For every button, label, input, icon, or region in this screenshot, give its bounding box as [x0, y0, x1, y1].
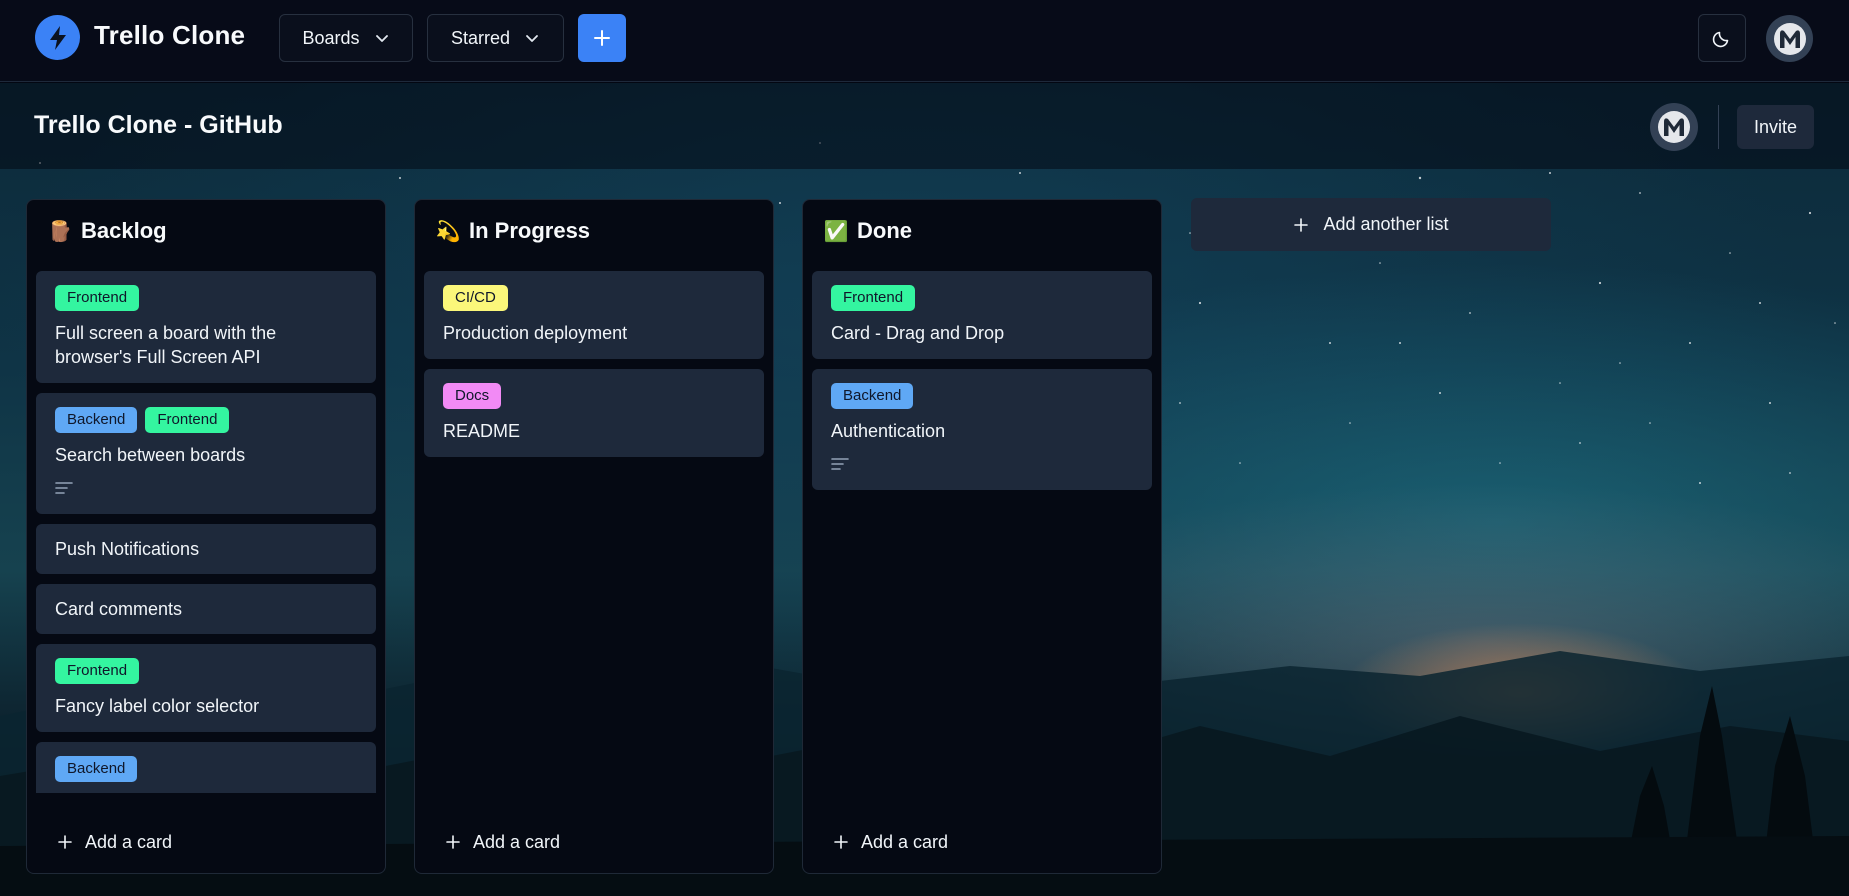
label-frontend: Frontend [831, 285, 916, 311]
add-card-label: Add a card [861, 831, 949, 852]
board-member-avatar[interactable] [1650, 103, 1698, 151]
card-list: Frontend Full screen a board with the br… [36, 271, 376, 793]
add-list-button[interactable]: Add another list [1191, 198, 1551, 251]
card[interactable]: CI/CD Production deployment [424, 271, 764, 359]
label-docs: Docs [443, 383, 502, 409]
card-title: Card comments [55, 599, 183, 619]
list-title[interactable]: 🪵 Backlog [47, 215, 167, 247]
monogram-m-icon [1773, 22, 1806, 55]
moon-icon [1712, 31, 1729, 48]
create-button[interactable] [578, 14, 626, 62]
card-title: Search between boards [55, 445, 246, 465]
card-list: Frontend Card - Drag and Drop Backend Au… [812, 271, 1152, 500]
starred-dropdown-label: Starred [450, 27, 511, 48]
add-card-button[interactable]: Add a card [445, 827, 560, 857]
list-backlog: 🪵 Backlog Frontend Full screen a board w… [26, 199, 386, 874]
list-title[interactable]: ✅ Done [823, 215, 912, 247]
add-list-label: Add another list [1323, 214, 1449, 234]
card-title: Production deployment [443, 323, 628, 343]
header-divider [1718, 105, 1719, 149]
invite-button[interactable]: Invite [1737, 105, 1814, 149]
label-backend: Backend [55, 407, 138, 433]
plus-icon [1294, 217, 1309, 232]
card-title: Push Notifications [55, 539, 200, 559]
card[interactable]: Backend Frontend Search between boards [36, 393, 376, 514]
checkmark-icon: ✅ [823, 220, 849, 243]
plus-icon [58, 835, 72, 849]
card-list: CI/CD Production deployment Docs README [424, 271, 764, 467]
chevron-down-icon [375, 35, 388, 42]
starred-dropdown-button[interactable]: Starred [427, 14, 564, 62]
label-frontend: Frontend [55, 285, 140, 311]
board-header: Trello Clone - GitHub Invite [0, 83, 1849, 169]
card-title: README [443, 421, 521, 441]
plus-icon [594, 30, 610, 46]
app-title[interactable]: Trello Clone [94, 20, 245, 51]
list-title-text: Backlog [81, 218, 167, 243]
label-frontend: Frontend [145, 407, 230, 433]
lightning-bolt-icon[interactable] [35, 15, 80, 60]
label-frontend: Frontend [55, 658, 140, 684]
add-card-button[interactable]: Add a card [833, 827, 948, 857]
list-done: ✅ Done Frontend Card - Drag and Drop Bac… [802, 199, 1162, 874]
dizzy-icon: 💫 [435, 220, 461, 243]
add-card-label: Add a card [473, 831, 561, 852]
card-title: Card - Drag and Drop [831, 323, 1005, 343]
card[interactable]: Push Notifications [36, 524, 376, 574]
card-title: Fancy label color selector [55, 696, 260, 716]
log-icon: 🪵 [47, 220, 73, 243]
add-card-button[interactable]: Add a card [57, 827, 172, 857]
label-backend: Backend [55, 756, 138, 782]
card-title: Authentication [831, 421, 946, 441]
card[interactable]: Card comments [36, 584, 376, 634]
plus-icon [834, 835, 848, 849]
plus-icon [446, 835, 460, 849]
board-title[interactable]: Trello Clone - GitHub [34, 111, 283, 140]
label-backend: Backend [831, 383, 914, 409]
label-cicd: CI/CD [443, 285, 508, 311]
chevron-down-icon [526, 35, 538, 42]
boards-dropdown-label: Boards [302, 27, 360, 48]
monogram-m-icon [1658, 111, 1690, 143]
card[interactable]: Frontend Card - Drag and Drop [812, 271, 1152, 359]
list-title-text: In Progress [469, 218, 591, 243]
list-title-text: Done [857, 218, 912, 243]
text-lines-icon [831, 458, 849, 470]
theme-toggle-button[interactable] [1698, 14, 1746, 62]
add-card-label: Add a card [85, 831, 173, 852]
card[interactable]: Docs README [424, 369, 764, 457]
user-avatar[interactable] [1766, 15, 1813, 62]
boards-dropdown-button[interactable]: Boards [279, 14, 413, 62]
top-navbar: Trello Clone Boards Starred [0, 0, 1849, 82]
card[interactable]: Frontend Fancy label color selector [36, 644, 376, 732]
list-title[interactable]: 💫 In Progress [435, 215, 591, 247]
card[interactable]: Backend [36, 742, 376, 793]
card[interactable]: Backend Authentication [812, 369, 1152, 490]
text-lines-icon [55, 482, 73, 494]
list-in-progress: 💫 In Progress CI/CD Production deploymen… [414, 199, 774, 874]
card[interactable]: Frontend Full screen a board with the br… [36, 271, 376, 383]
card-title: Full screen a board with the browser's F… [55, 323, 277, 367]
